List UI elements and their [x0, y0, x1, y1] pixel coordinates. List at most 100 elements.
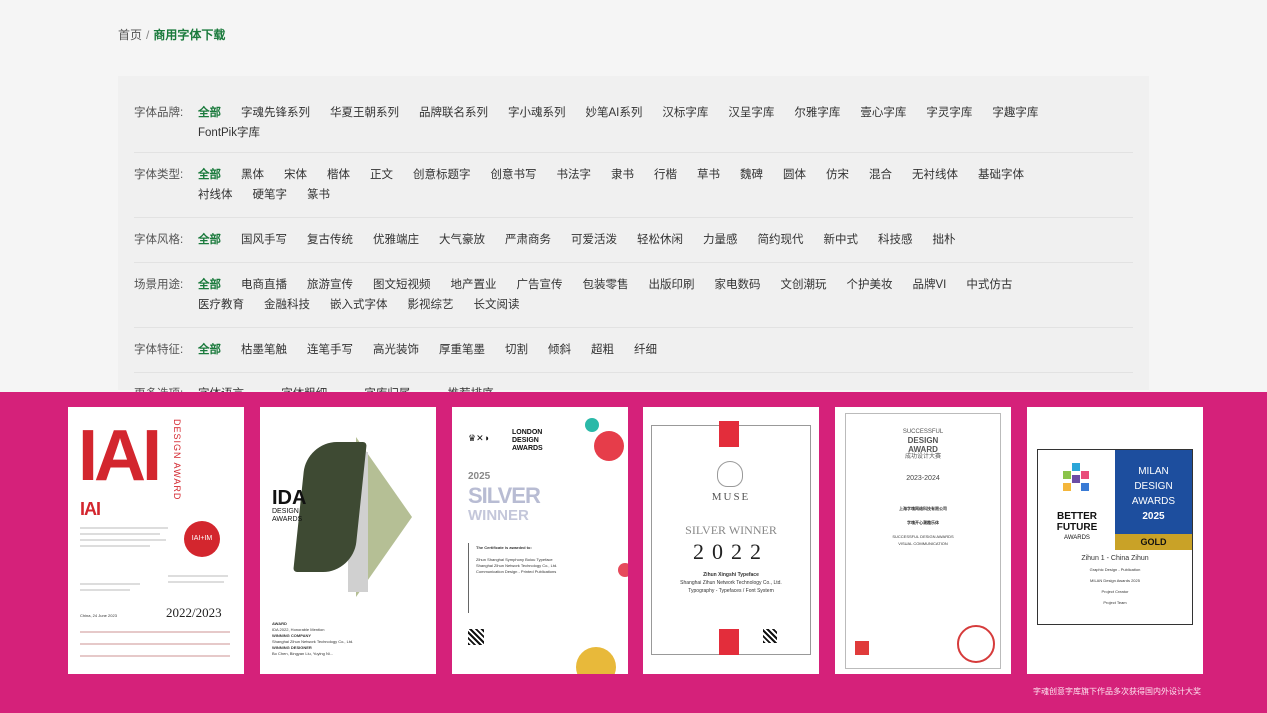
award-certificate-london[interactable]: ♛✕◑ LONDON DESIGN AWARDS 2025 SILVER WINNE… [452, 407, 628, 674]
filter-option-all[interactable]: 全部 [198, 103, 221, 123]
filter-option[interactable]: 地产置业 [451, 275, 497, 295]
filter-option[interactable]: 出版印刷 [649, 275, 695, 295]
filter-option[interactable]: 硬笔字 [253, 185, 288, 205]
filter-option[interactable]: 科技感 [878, 230, 913, 250]
filter-option[interactable]: 书法字 [557, 165, 592, 185]
filter-option[interactable]: 黑体 [241, 165, 264, 185]
brand-line: FUTURE [1056, 522, 1098, 533]
filter-option[interactable]: 魏碑 [740, 165, 763, 185]
award-certificate-successful[interactable]: SUCCESSFUL DESIGN AWARD 成功设计大赛 2023-2024… [835, 407, 1011, 674]
filter-option[interactable]: 尔雅字库 [794, 103, 840, 123]
filter-option[interactable]: 纤细 [634, 340, 657, 360]
filter-option[interactable]: 新中式 [824, 230, 859, 250]
filter-option-all[interactable]: 全部 [198, 165, 221, 185]
award-certificate-ida[interactable]: IDA DESIGN AWARDS AWARD IDA 2022, Honorab… [260, 407, 436, 674]
filter-option[interactable]: 高光装饰 [373, 340, 419, 360]
filter-option[interactable]: 国风手写 [241, 230, 287, 250]
filter-option[interactable]: 厚重笔墨 [439, 340, 485, 360]
filter-option[interactable]: 创意标题字 [413, 165, 471, 185]
desc-line: Typography - Typefaces / Font System [688, 588, 774, 594]
award-certificate-iai[interactable]: IAI DESIGN AWARD IAI IAI+IM 2022/2023 Ch… [68, 407, 244, 674]
breadcrumb-home-link[interactable]: 首页 [118, 28, 142, 42]
filter-option[interactable]: 篆书 [307, 185, 330, 205]
filter-option[interactable]: 草书 [697, 165, 720, 185]
filter-option[interactable]: 医疗教育 [198, 295, 244, 315]
filter-option[interactable]: 中式仿古 [966, 275, 1012, 295]
filter-option[interactable]: 连笔手写 [307, 340, 353, 360]
filter-option[interactable]: 字灵字库 [926, 103, 972, 123]
filter-option[interactable]: 品牌联名系列 [419, 103, 488, 123]
filter-option[interactable]: 基础字体 [978, 165, 1024, 185]
filter-option[interactable]: 创意书写 [491, 165, 537, 185]
iai-badge: IAI+IM [184, 521, 220, 557]
text-line [80, 583, 140, 585]
filter-option[interactable]: 无衬线体 [912, 165, 958, 185]
filter-option[interactable]: 长文阅读 [474, 295, 520, 315]
filter-option[interactable]: 壹心字库 [860, 103, 906, 123]
filter-option[interactable]: 倾斜 [548, 340, 571, 360]
filter-option[interactable]: 拙朴 [933, 230, 956, 250]
filter-option[interactable]: 隶书 [611, 165, 634, 185]
filter-option[interactable]: 广告宣传 [517, 275, 563, 295]
filter-option[interactable]: 华夏王朝系列 [330, 103, 399, 123]
filter-option[interactable]: 字趣字库 [992, 103, 1038, 123]
filter-option-all[interactable]: 全部 [198, 230, 221, 250]
filter-option[interactable]: 轻松休闲 [637, 230, 683, 250]
filter-option[interactable]: 复古传统 [307, 230, 353, 250]
filter-option[interactable]: 圆体 [783, 165, 806, 185]
filter-option[interactable]: 字魂先锋系列 [241, 103, 310, 123]
filter-option[interactable]: 行楷 [654, 165, 677, 185]
filter-option[interactable]: 汉标字库 [662, 103, 708, 123]
better-future-text: BETTER FUTURE AWARDS [1038, 511, 1116, 544]
filter-option[interactable]: 金融科技 [264, 295, 310, 315]
filter-option-all[interactable]: 全部 [198, 340, 221, 360]
filter-option[interactable]: 图文短视频 [373, 275, 431, 295]
filter-options: 全部 字魂先锋系列 华夏王朝系列 品牌联名系列 字小魂系列 妙笔AI系列 汉标字库 汉呈字库尔… [198, 103, 1058, 143]
filter-option[interactable]: 嵌入式字体 [330, 295, 388, 315]
filter-option[interactable]: 超粗 [591, 340, 614, 360]
divider [468, 543, 469, 613]
ida-sub-awards: AWARDS [272, 516, 303, 523]
award-certificate-muse[interactable]: MUSE SILVER WINNER 2022 Zihun Xingshi Ty… [643, 407, 819, 674]
filter-option[interactable]: 宋体 [284, 165, 307, 185]
decor-circle [618, 563, 628, 577]
filter-option[interactable]: 严肃商务 [505, 230, 551, 250]
filter-option[interactable]: 字小魂系列 [508, 103, 566, 123]
filter-option[interactable]: 个护美妆 [847, 275, 893, 295]
filter-option[interactable]: 简约现代 [758, 230, 804, 250]
filter-option[interactable]: 衬线体 [198, 185, 233, 205]
filter-option[interactable]: 影视综艺 [408, 295, 454, 315]
filter-option[interactable]: 正文 [370, 165, 393, 185]
award-certificate-milan[interactable]: BETTER FUTURE AWARDS MILAN DESIGN AWARDS… [1027, 407, 1203, 674]
muse-year: 2022 [693, 539, 769, 564]
filter-option[interactable]: 力量感 [703, 230, 738, 250]
filter-option[interactable]: 汉呈字库 [728, 103, 774, 123]
filter-option[interactable]: 文创潮玩 [781, 275, 827, 295]
successful-logo: SUCCESSFUL DESIGN AWARD 成功设计大赛 [835, 429, 1011, 461]
body-line: VISUAL COMMUNICATION [898, 541, 948, 546]
filter-row-type: 字体类型: 全部 黑体 宋体 楷体 正文 创意标题字 创意书写 书法字 隶书 行楷 草书 魏碑 圆体 仿宋… [134, 153, 1133, 218]
filter-option-all[interactable]: 全部 [198, 275, 221, 295]
filter-option[interactable]: 电商直播 [241, 275, 287, 295]
filter-option[interactable]: 切割 [505, 340, 528, 360]
filter-option[interactable]: 楷体 [327, 165, 350, 185]
red-seal-icon [957, 625, 995, 663]
london-logo-line: DESIGN [512, 437, 539, 444]
filter-option[interactable]: 妙笔AI系列 [586, 103, 643, 123]
filter-option[interactable]: FontPik字库 [198, 123, 260, 143]
filter-option[interactable]: 品牌VI [913, 275, 947, 295]
filter-option[interactable]: 包装零售 [583, 275, 629, 295]
filter-option[interactable]: 混合 [869, 165, 892, 185]
filter-option[interactable]: 家电数码 [715, 275, 761, 295]
filter-option[interactable]: 仿宋 [826, 165, 849, 185]
filter-option[interactable]: 可爱活泼 [571, 230, 617, 250]
filter-option[interactable]: 优雅端庄 [373, 230, 419, 250]
awards-caption: 字魂创意字库旗下作品多次获得国内外设计大奖 [1033, 687, 1201, 696]
muse-desc: Zihun Xingshi Typeface Shanghai Zihun Ne… [643, 571, 819, 595]
filter-option[interactable]: 大气豪放 [439, 230, 485, 250]
filter-row-brand: 字体品牌: 全部 字魂先锋系列 华夏王朝系列 品牌联名系列 字小魂系列 妙笔AI系列 汉标字… [134, 76, 1133, 153]
london-crown-icon: ♛✕◑ [468, 433, 490, 443]
filter-option[interactable]: 枯墨笔触 [241, 340, 287, 360]
filter-option[interactable]: 旅游宣传 [307, 275, 353, 295]
breadcrumb-separator: / [146, 28, 150, 42]
